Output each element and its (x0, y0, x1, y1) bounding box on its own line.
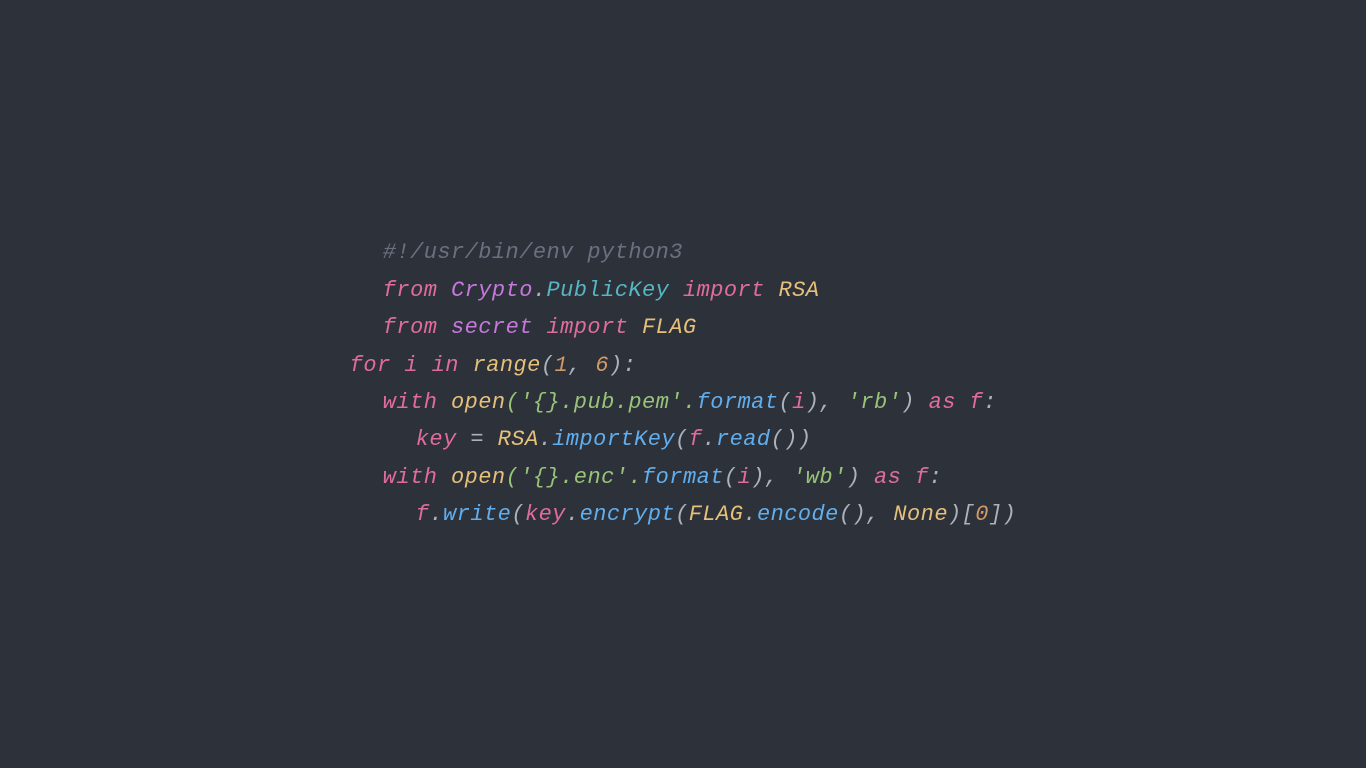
code-line-shebang: #!/usr/bin/env python3 (350, 234, 1016, 271)
code-line-import1: from Crypto.PublicKey import RSA (350, 272, 1016, 309)
code-line-import2: from secret import FLAG (350, 309, 1016, 346)
code-block: #!/usr/bin/env python3from Crypto.Public… (290, 194, 1076, 573)
code-line-fwrite: f.write(key.encrypt(FLAG.encode(), None)… (350, 496, 1016, 533)
code-line-for-loop: for i in range(1, 6): (350, 347, 1016, 384)
code-line-with2: with open('{}.enc'.format(i), 'wb') as f… (350, 459, 1016, 496)
code-line-with1: with open('{}.pub.pem'.format(i), 'rb') … (350, 384, 1016, 421)
code-line-key-assign: key = RSA.importKey(f.read()) (350, 421, 1016, 458)
